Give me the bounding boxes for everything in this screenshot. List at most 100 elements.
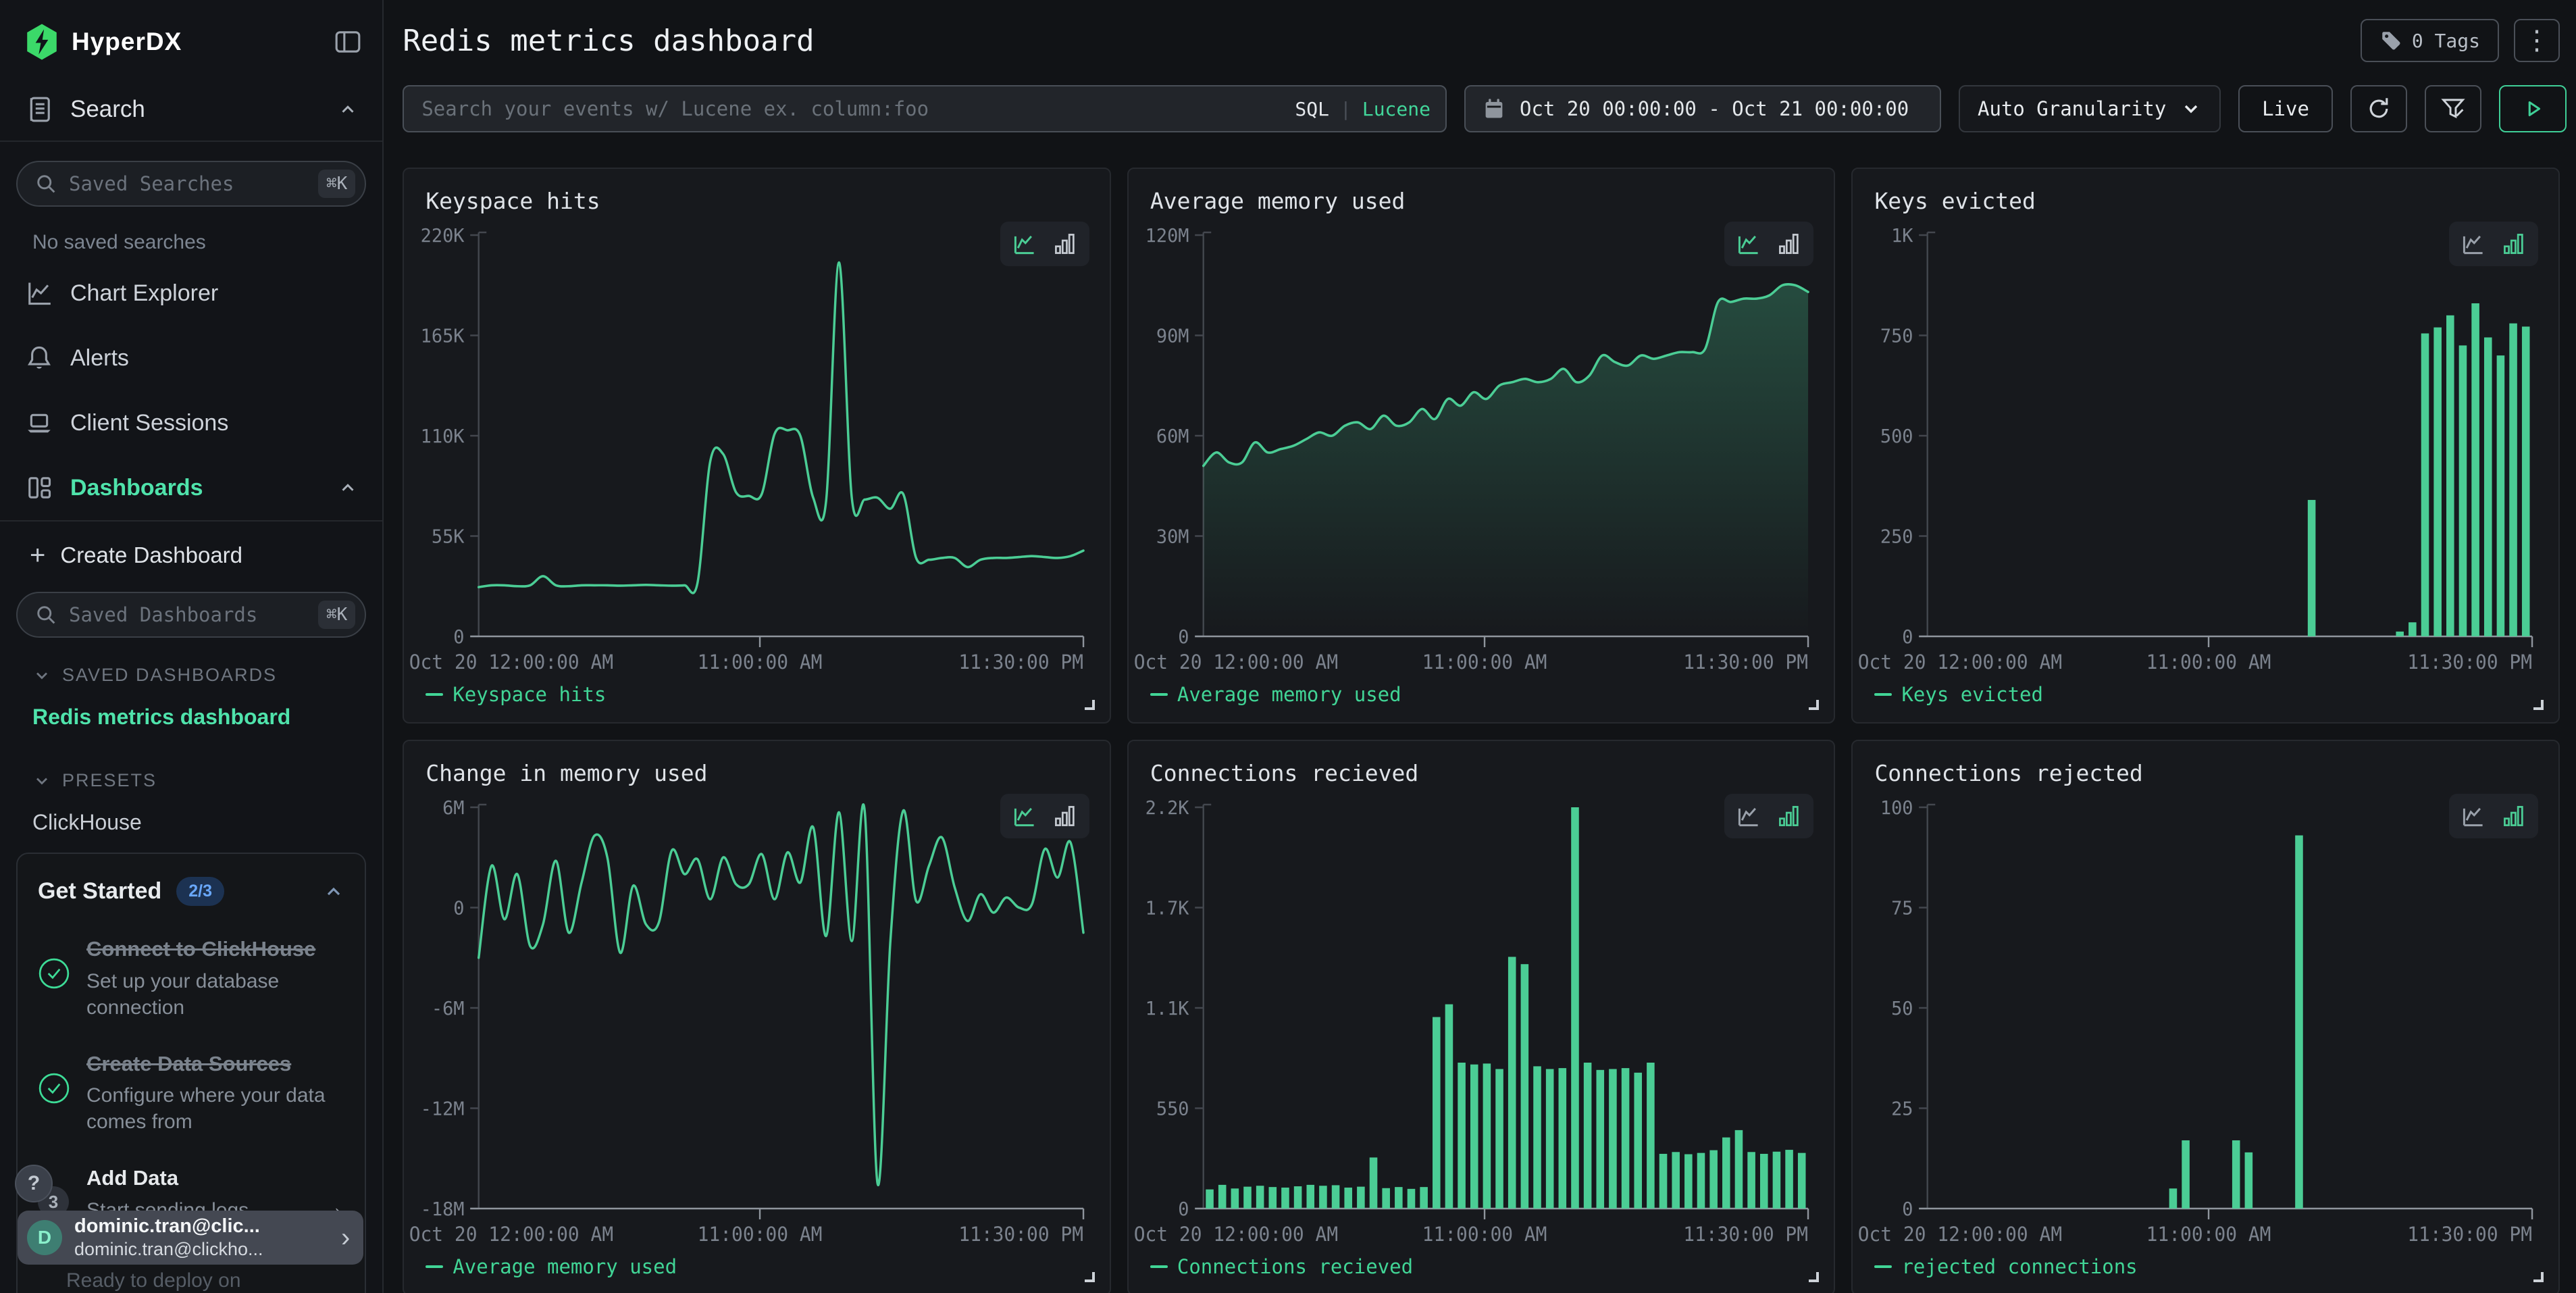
sidebar-item-dashboards[interactable]: Dashboards bbox=[0, 455, 382, 520]
date-range-picker[interactable]: Oct 20 00:00:00 - Oct 21 00:00:00 bbox=[1464, 85, 1941, 132]
preset-item-clickhouse[interactable]: ClickHouse bbox=[0, 796, 382, 848]
chart-title: Average memory used bbox=[1150, 188, 1406, 214]
sidebar-item-alerts[interactable]: Alerts bbox=[0, 326, 382, 390]
granularity-select[interactable]: Auto Granularity bbox=[1959, 85, 2221, 132]
saved-searches-search[interactable]: ⌘K bbox=[16, 161, 366, 207]
bar-chart-toggle-icon[interactable] bbox=[2500, 230, 2528, 258]
chart-panel: Change in memory used -18M-12M-6M06MOct … bbox=[403, 740, 1111, 1293]
search-icon bbox=[34, 172, 58, 196]
svg-text:-6M: -6M bbox=[432, 998, 465, 1020]
refresh-button[interactable] bbox=[2350, 85, 2407, 132]
filter-button[interactable] bbox=[2425, 85, 2481, 132]
get-started-title: Get Started bbox=[38, 878, 161, 905]
chart-type-toggle[interactable] bbox=[1000, 794, 1089, 838]
resize-handle[interactable] bbox=[1809, 1272, 1819, 1282]
bar-chart-toggle-icon[interactable] bbox=[1775, 230, 1803, 258]
svg-text:Oct 20 12:00:00 AM: Oct 20 12:00:00 AM bbox=[1858, 1223, 2062, 1246]
sidebar-item-label: Chart Explorer bbox=[70, 280, 358, 307]
svg-text:11:00:00 AM: 11:00:00 AM bbox=[2146, 651, 2271, 674]
sidebar-section-search[interactable]: Search bbox=[0, 78, 382, 141]
chart-type-toggle[interactable] bbox=[1000, 222, 1089, 266]
legend-swatch bbox=[1874, 1265, 1892, 1268]
sidebar-item-client-sessions[interactable]: Client Sessions bbox=[0, 390, 382, 455]
bar-chart-toggle-icon[interactable] bbox=[1051, 802, 1079, 830]
saved-dashboards-header[interactable]: SAVED DASHBOARDS bbox=[0, 638, 382, 691]
get-started-item-title: Connect to ClickHouse bbox=[86, 936, 344, 963]
chart-type-toggle[interactable] bbox=[1724, 222, 1813, 266]
divider bbox=[0, 141, 382, 142]
lucene-toggle[interactable]: Lucene bbox=[1362, 98, 1431, 120]
line-chart-toggle-icon[interactable] bbox=[2459, 802, 2488, 830]
more-options-button[interactable]: ⋮ bbox=[2514, 19, 2560, 62]
toolbar: SQL | Lucene Oct 20 00:00:00 - Oct 21 00… bbox=[384, 85, 2576, 132]
event-search-input[interactable] bbox=[403, 85, 1447, 132]
get-started-item-sources[interactable]: Create Data Sources Configure where your… bbox=[38, 1050, 344, 1136]
chart-legend: rejected connections bbox=[1874, 1255, 2137, 1278]
get-started-item-connect[interactable]: Connect to ClickHouse Set up your databa… bbox=[38, 936, 344, 1021]
chevron-down-icon bbox=[32, 771, 51, 790]
bar-chart-toggle-icon[interactable] bbox=[2500, 802, 2528, 830]
chart-type-toggle[interactable] bbox=[2449, 222, 2538, 266]
run-query-button[interactable] bbox=[2499, 85, 2567, 132]
svg-text:1.7K: 1.7K bbox=[1145, 897, 1189, 919]
chart-plot: 05501.1K1.7K2.2KOct 20 12:00:00 AM11:00:… bbox=[1129, 795, 1834, 1268]
line-chart-toggle-icon[interactable] bbox=[1734, 802, 1763, 830]
help-button[interactable]: ? bbox=[15, 1165, 53, 1202]
chevron-up-icon bbox=[338, 478, 358, 498]
svg-text:60M: 60M bbox=[1156, 426, 1189, 448]
presets-header-label: PRESETS bbox=[62, 770, 157, 791]
chevron-down-icon bbox=[32, 666, 51, 685]
svg-text:1K: 1K bbox=[1892, 225, 1914, 247]
line-chart-toggle-icon[interactable] bbox=[1010, 802, 1039, 830]
chart-plot: 02505007501KOct 20 12:00:00 AM11:00:00 A… bbox=[1853, 223, 2558, 696]
legend-label: Keyspace hits bbox=[453, 683, 606, 706]
legend-swatch bbox=[426, 1265, 443, 1268]
svg-text:75: 75 bbox=[1892, 897, 1913, 919]
sidebar-item-chart-explorer[interactable]: Chart Explorer bbox=[0, 261, 382, 326]
svg-text:30M: 30M bbox=[1156, 526, 1189, 548]
bar-chart-toggle-icon[interactable] bbox=[1775, 802, 1803, 830]
chevron-up-icon[interactable] bbox=[323, 881, 344, 903]
line-chart-toggle-icon[interactable] bbox=[1734, 230, 1763, 258]
sql-toggle[interactable]: SQL bbox=[1295, 98, 1329, 120]
saved-dashboards-input[interactable] bbox=[69, 603, 318, 626]
chart-panel: Keys evicted 02505007501KOct 20 12:00:00… bbox=[1851, 168, 2560, 724]
resize-handle[interactable] bbox=[1085, 700, 1095, 710]
line-chart-toggle-icon[interactable] bbox=[1010, 230, 1039, 258]
chart-type-toggle[interactable] bbox=[2449, 794, 2538, 838]
chart-legend: Connections recieved bbox=[1150, 1255, 1413, 1278]
svg-text:750: 750 bbox=[1880, 325, 1913, 347]
resize-handle[interactable] bbox=[2533, 700, 2544, 710]
svg-text:11:30:00 PM: 11:30:00 PM bbox=[959, 651, 1084, 674]
bar-chart-toggle-icon[interactable] bbox=[1051, 230, 1079, 258]
chart-explorer-icon bbox=[24, 278, 54, 308]
sidebar-collapse-button[interactable] bbox=[332, 26, 363, 57]
svg-text:11:00:00 AM: 11:00:00 AM bbox=[1422, 1223, 1547, 1246]
svg-text:-12M: -12M bbox=[421, 1098, 465, 1120]
chart-plot: 0255075100Oct 20 12:00:00 AM11:00:00 AM1… bbox=[1853, 795, 2558, 1268]
resize-handle[interactable] bbox=[1809, 700, 1819, 710]
resize-handle[interactable] bbox=[1085, 1272, 1095, 1282]
chart-title: Connections recieved bbox=[1150, 760, 1418, 786]
tags-button[interactable]: 0 Tags bbox=[2361, 19, 2499, 62]
legend-label: rejected connections bbox=[1901, 1255, 2137, 1278]
user-menu[interactable]: D dominic.tran@clic... dominic.tran@clic… bbox=[18, 1211, 363, 1265]
legend-label: Connections recieved bbox=[1177, 1255, 1413, 1278]
filter-icon bbox=[2439, 95, 2467, 123]
line-chart-toggle-icon[interactable] bbox=[2459, 230, 2488, 258]
query-language-toggle: SQL | Lucene bbox=[1295, 85, 1431, 132]
presets-header[interactable]: PRESETS bbox=[0, 743, 382, 796]
chart-panel: Keyspace hits 055K110K165K220KOct 20 12:… bbox=[403, 168, 1111, 724]
live-button[interactable]: Live bbox=[2238, 85, 2333, 132]
chart-panel: Connections recieved 05501.1K1.7K2.2KOct… bbox=[1127, 740, 1836, 1293]
get-started-item-title: Add Data bbox=[86, 1165, 315, 1192]
resize-handle[interactable] bbox=[2533, 1272, 2544, 1282]
chart-type-toggle[interactable] bbox=[1724, 794, 1813, 838]
saved-dashboards-search[interactable]: ⌘K bbox=[16, 592, 366, 638]
laptop-icon bbox=[24, 408, 54, 438]
create-dashboard-button[interactable]: + Create Dashboard bbox=[0, 522, 382, 573]
saved-dashboard-item[interactable]: Redis metrics dashboard bbox=[0, 691, 382, 743]
svg-text:500: 500 bbox=[1880, 426, 1913, 448]
chart-panel: Average memory used 030M60M90M120MOct 20… bbox=[1127, 168, 1836, 724]
saved-searches-input[interactable] bbox=[69, 172, 318, 195]
